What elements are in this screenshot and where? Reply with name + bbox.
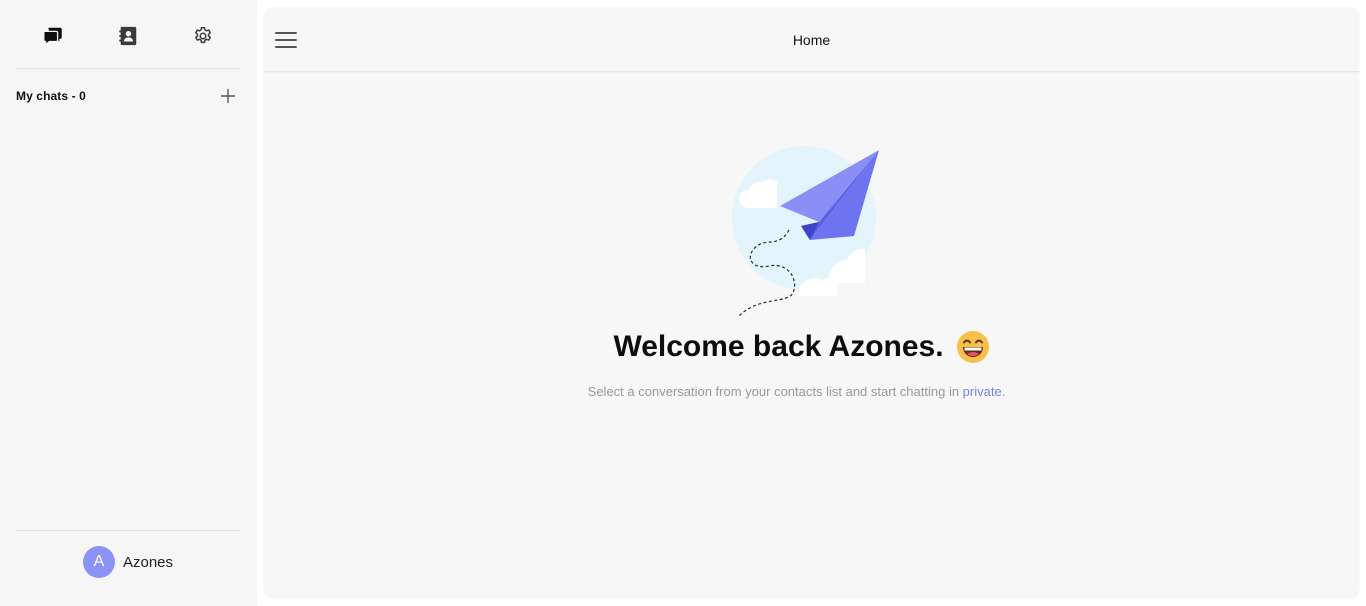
settings-icon xyxy=(194,27,211,44)
contacts-icon xyxy=(119,26,137,46)
tab-settings[interactable] xyxy=(185,18,221,54)
sidebar-tabs xyxy=(16,18,240,69)
username: Azones xyxy=(122,553,174,571)
sidebar-footer: A Azones xyxy=(16,530,240,591)
sidebar: My chats - 0 A Azones xyxy=(0,0,257,606)
chats-header: My chats - 0 xyxy=(16,84,240,108)
plus-icon xyxy=(220,88,236,104)
welcome-subtitle: Select a conversation from your contacts… xyxy=(264,384,1344,399)
welcome-section: Welcome back Azones. Select a conversati… xyxy=(264,138,1359,399)
page-title: Home xyxy=(792,32,831,48)
chats-title: My chats - 0 xyxy=(16,89,86,103)
tab-contacts[interactable] xyxy=(110,18,146,54)
tab-chats[interactable] xyxy=(35,18,71,54)
paper-plane-illustration xyxy=(709,138,879,328)
app: My chats - 0 A Azones Home Welcome back … xyxy=(0,0,1366,606)
welcome-line: Welcome back Azones. xyxy=(264,330,1359,364)
welcome-heading: Welcome back Azones. xyxy=(613,330,944,363)
private-link[interactable]: private xyxy=(963,384,1002,399)
welcome-subtitle-suffix: . xyxy=(1001,384,1006,399)
welcome-subtitle-text: Select a conversation from your contacts… xyxy=(587,384,963,399)
grinning-face-icon xyxy=(956,330,990,364)
avatar: A xyxy=(82,546,115,578)
new-chat-button[interactable] xyxy=(218,86,238,106)
main-panel: Home Welcome back Azones. Select a conve… xyxy=(264,8,1359,598)
user-profile[interactable]: A Azones xyxy=(82,546,174,578)
topbar: Home xyxy=(264,8,1359,72)
chats-icon xyxy=(43,27,63,47)
